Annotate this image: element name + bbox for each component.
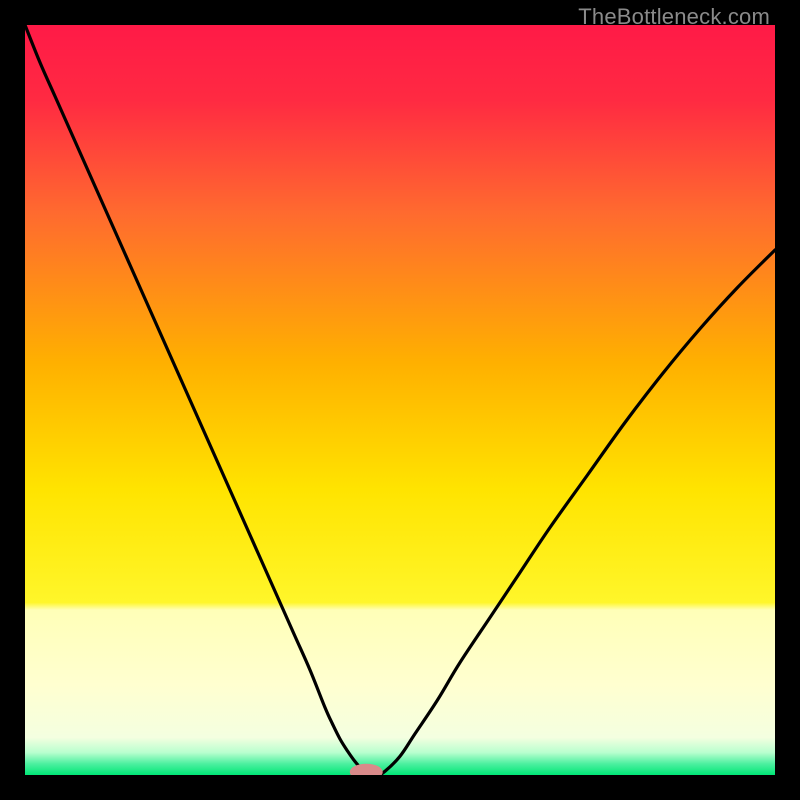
watermark-text: TheBottleneck.com [578, 4, 770, 30]
gradient-background [25, 25, 775, 775]
bottleneck-chart [25, 25, 775, 775]
chart-frame [25, 25, 775, 775]
